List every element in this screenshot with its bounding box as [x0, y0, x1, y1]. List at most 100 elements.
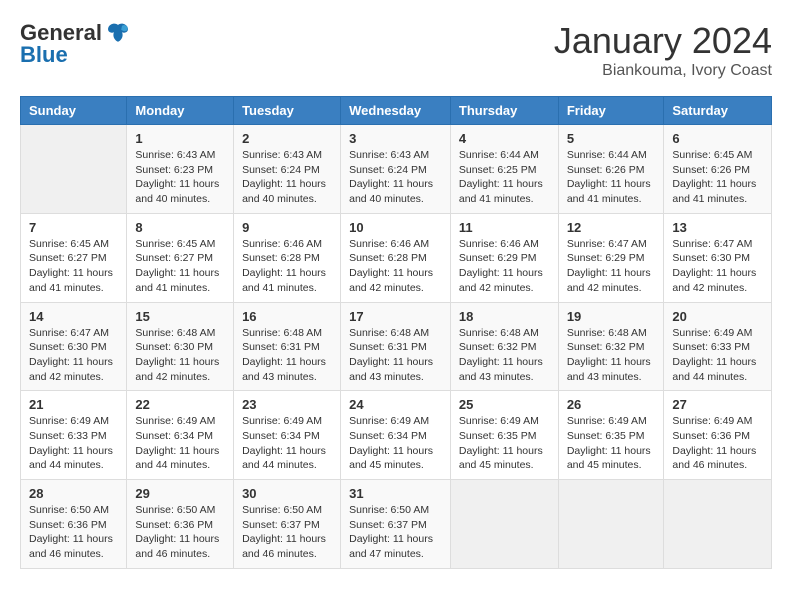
day-number: 30 — [242, 486, 332, 501]
calendar-header-tuesday: Tuesday — [234, 97, 341, 125]
cell-info: Sunrise: 6:49 AMSunset: 6:35 PMDaylight:… — [567, 414, 656, 473]
calendar-week-3: 14Sunrise: 6:47 AMSunset: 6:30 PMDayligh… — [21, 302, 772, 391]
day-number: 13 — [672, 220, 763, 235]
cell-info: Sunrise: 6:43 AMSunset: 6:24 PMDaylight:… — [242, 148, 332, 207]
day-number: 21 — [29, 397, 118, 412]
cell-info: Sunrise: 6:48 AMSunset: 6:31 PMDaylight:… — [242, 326, 332, 385]
day-number: 11 — [459, 220, 550, 235]
cell-info: Sunrise: 6:48 AMSunset: 6:32 PMDaylight:… — [459, 326, 550, 385]
cell-info: Sunrise: 6:50 AMSunset: 6:37 PMDaylight:… — [242, 503, 332, 562]
calendar-header-saturday: Saturday — [664, 97, 772, 125]
day-number: 4 — [459, 131, 550, 146]
cell-info: Sunrise: 6:46 AMSunset: 6:28 PMDaylight:… — [242, 237, 332, 296]
day-number: 18 — [459, 309, 550, 324]
cell-info: Sunrise: 6:49 AMSunset: 6:35 PMDaylight:… — [459, 414, 550, 473]
day-number: 10 — [349, 220, 442, 235]
calendar-cell — [21, 125, 127, 214]
calendar-week-2: 7Sunrise: 6:45 AMSunset: 6:27 PMDaylight… — [21, 213, 772, 302]
calendar-cell: 21 Sunrise: 6:49 AMSunset: 6:33 PMDayligh… — [21, 391, 127, 480]
title-section: January 2024 Biankouma, Ivory Coast — [554, 20, 772, 80]
calendar-cell: 6 Sunrise: 6:45 AMSunset: 6:26 PMDaylight… — [664, 125, 772, 214]
calendar-header-thursday: Thursday — [450, 97, 558, 125]
calendar-cell: 12 Sunrise: 6:47 AMSunset: 6:29 PMDayligh… — [558, 213, 664, 302]
calendar-week-5: 28Sunrise: 6:50 AMSunset: 6:36 PMDayligh… — [21, 480, 772, 569]
day-number: 3 — [349, 131, 442, 146]
calendar-cell — [664, 480, 772, 569]
day-number: 24 — [349, 397, 442, 412]
day-number: 23 — [242, 397, 332, 412]
cell-info: Sunrise: 6:49 AMSunset: 6:33 PMDaylight:… — [29, 414, 118, 473]
day-number: 17 — [349, 309, 442, 324]
day-number: 19 — [567, 309, 656, 324]
logo: General Blue — [20, 20, 130, 68]
logo-bird-icon — [106, 21, 130, 45]
calendar-cell — [450, 480, 558, 569]
calendar-cell: 11 Sunrise: 6:46 AMSunset: 6:29 PMDayligh… — [450, 213, 558, 302]
calendar-cell: 10Sunrise: 6:46 AMSunset: 6:28 PMDayligh… — [341, 213, 451, 302]
day-number: 20 — [672, 309, 763, 324]
day-number: 12 — [567, 220, 656, 235]
day-number: 9 — [242, 220, 332, 235]
calendar-cell: 27Sunrise: 6:49 AMSunset: 6:36 PMDayligh… — [664, 391, 772, 480]
calendar-cell: 2 Sunrise: 6:43 AMSunset: 6:24 PMDaylight… — [234, 125, 341, 214]
cell-info: Sunrise: 6:49 AMSunset: 6:34 PMDaylight:… — [349, 414, 442, 473]
day-number: 29 — [135, 486, 225, 501]
calendar-header-sunday: Sunday — [21, 97, 127, 125]
calendar-week-1: 1Sunrise: 6:43 AMSunset: 6:23 PMDaylight… — [21, 125, 772, 214]
calendar-header-friday: Friday — [558, 97, 664, 125]
location-title: Biankouma, Ivory Coast — [554, 62, 772, 80]
calendar-week-4: 21 Sunrise: 6:49 AMSunset: 6:33 PMDayligh… — [21, 391, 772, 480]
calendar-cell: 9 Sunrise: 6:46 AMSunset: 6:28 PMDaylight… — [234, 213, 341, 302]
day-number: 6 — [672, 131, 763, 146]
calendar-cell: 1Sunrise: 6:43 AMSunset: 6:23 PMDaylight… — [127, 125, 234, 214]
cell-info: Sunrise: 6:45 AMSunset: 6:27 PMDaylight:… — [135, 237, 225, 296]
cell-info: Sunrise: 6:49 AMSunset: 6:33 PMDaylight:… — [672, 326, 763, 385]
calendar-cell: 20 Sunrise: 6:49 AMSunset: 6:33 PMDayligh… — [664, 302, 772, 391]
cell-info: Sunrise: 6:43 AMSunset: 6:24 PMDaylight:… — [349, 148, 442, 207]
calendar-cell: 31 Sunrise: 6:50 AMSunset: 6:37 PMDayligh… — [341, 480, 451, 569]
cell-info: Sunrise: 6:50 AMSunset: 6:37 PMDaylight:… — [349, 503, 442, 562]
calendar-cell: 23 Sunrise: 6:49 AMSunset: 6:34 PMDayligh… — [234, 391, 341, 480]
day-number: 31 — [349, 486, 442, 501]
cell-info: Sunrise: 6:44 AMSunset: 6:25 PMDaylight:… — [459, 148, 550, 207]
calendar-cell: 30 Sunrise: 6:50 AMSunset: 6:37 PMDayligh… — [234, 480, 341, 569]
calendar-table: SundayMondayTuesdayWednesdayThursdayFrid… — [20, 96, 772, 569]
cell-info: Sunrise: 6:45 AMSunset: 6:26 PMDaylight:… — [672, 148, 763, 207]
calendar-cell: 26 Sunrise: 6:49 AMSunset: 6:35 PMDayligh… — [558, 391, 664, 480]
calendar-cell: 7Sunrise: 6:45 AMSunset: 6:27 PMDaylight… — [21, 213, 127, 302]
month-title: January 2024 — [554, 20, 772, 62]
cell-info: Sunrise: 6:48 AMSunset: 6:31 PMDaylight:… — [349, 326, 442, 385]
calendar-cell: 14Sunrise: 6:47 AMSunset: 6:30 PMDayligh… — [21, 302, 127, 391]
day-number: 2 — [242, 131, 332, 146]
calendar-cell: 28Sunrise: 6:50 AMSunset: 6:36 PMDayligh… — [21, 480, 127, 569]
logo-blue-text: Blue — [20, 42, 68, 68]
calendar-cell: 25 Sunrise: 6:49 AMSunset: 6:35 PMDayligh… — [450, 391, 558, 480]
day-number: 15 — [135, 309, 225, 324]
day-number: 16 — [242, 309, 332, 324]
day-number: 5 — [567, 131, 656, 146]
calendar-cell: 22Sunrise: 6:49 AMSunset: 6:34 PMDayligh… — [127, 391, 234, 480]
day-number: 8 — [135, 220, 225, 235]
calendar-cell: 19 Sunrise: 6:48 AMSunset: 6:32 PMDayligh… — [558, 302, 664, 391]
calendar-cell: 16 Sunrise: 6:48 AMSunset: 6:31 PMDayligh… — [234, 302, 341, 391]
cell-info: Sunrise: 6:48 AMSunset: 6:30 PMDaylight:… — [135, 326, 225, 385]
calendar-header-row: SundayMondayTuesdayWednesdayThursdayFrid… — [21, 97, 772, 125]
calendar-cell: 17 Sunrise: 6:48 AMSunset: 6:31 PMDayligh… — [341, 302, 451, 391]
calendar-cell: 29Sunrise: 6:50 AMSunset: 6:36 PMDayligh… — [127, 480, 234, 569]
day-number: 26 — [567, 397, 656, 412]
day-number: 25 — [459, 397, 550, 412]
calendar-cell: 18 Sunrise: 6:48 AMSunset: 6:32 PMDayligh… — [450, 302, 558, 391]
cell-info: Sunrise: 6:44 AMSunset: 6:26 PMDaylight:… — [567, 148, 656, 207]
calendar-header-wednesday: Wednesday — [341, 97, 451, 125]
calendar-cell — [558, 480, 664, 569]
cell-info: Sunrise: 6:46 AMSunset: 6:29 PMDaylight:… — [459, 237, 550, 296]
cell-info: Sunrise: 6:43 AMSunset: 6:23 PMDaylight:… — [135, 148, 225, 207]
cell-info: Sunrise: 6:47 AMSunset: 6:29 PMDaylight:… — [567, 237, 656, 296]
cell-info: Sunrise: 6:49 AMSunset: 6:34 PMDaylight:… — [242, 414, 332, 473]
calendar-cell: 15 Sunrise: 6:48 AMSunset: 6:30 PMDayligh… — [127, 302, 234, 391]
calendar-cell: 24 Sunrise: 6:49 AMSunset: 6:34 PMDayligh… — [341, 391, 451, 480]
cell-info: Sunrise: 6:47 AMSunset: 6:30 PMDaylight:… — [29, 326, 118, 385]
calendar-cell: 4 Sunrise: 6:44 AMSunset: 6:25 PMDaylight… — [450, 125, 558, 214]
cell-info: Sunrise: 6:48 AMSunset: 6:32 PMDaylight:… — [567, 326, 656, 385]
calendar-cell: 8 Sunrise: 6:45 AMSunset: 6:27 PMDaylight… — [127, 213, 234, 302]
